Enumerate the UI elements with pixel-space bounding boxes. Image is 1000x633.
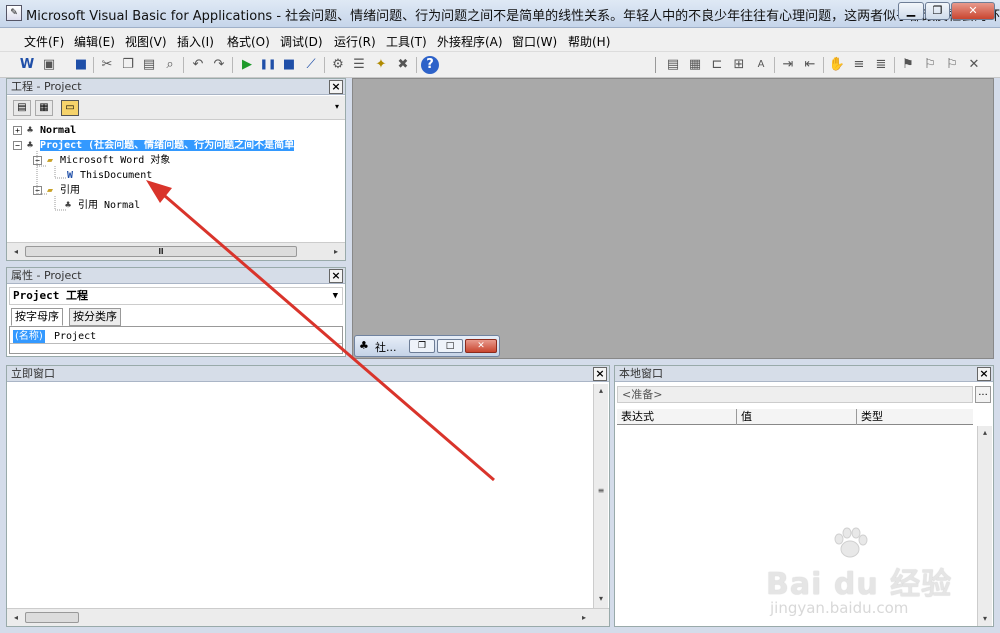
paw-logo [834, 527, 868, 558]
baidu-watermark: Bai du 经验 jingyan.baidu.com [766, 525, 986, 625]
watermark-url: jingyan.baidu.com [770, 599, 909, 617]
watermark-brand: Bai du 经验 [766, 567, 953, 602]
